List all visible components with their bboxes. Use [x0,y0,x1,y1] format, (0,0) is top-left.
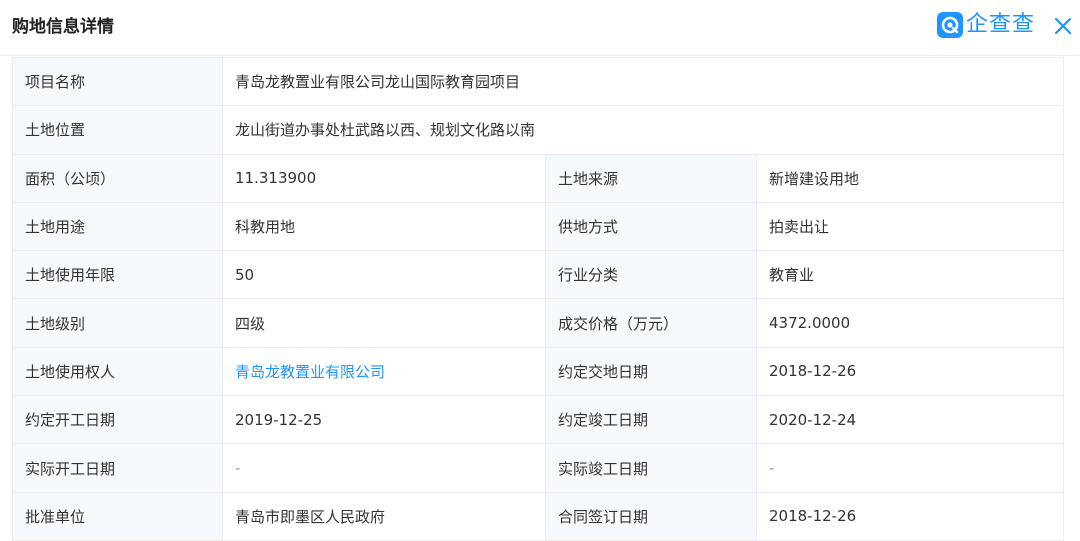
row-value: - [755,443,1065,493]
row-label: 实际开工日期 [12,443,223,493]
close-icon [1054,17,1072,35]
row-value: 2018-12-26 [755,346,1065,397]
table-row: 批准单位 青岛市即墨区人民政府 合同签订日期 2018-12-26 [12,491,1065,541]
row-value: 2019-12-25 [222,395,546,445]
row-value: 50 [222,250,546,300]
table-row: 土地使用年限 50 行业分类 教育业 [12,250,1065,300]
row-label: 土地使用权人 [12,346,223,397]
row-value: 龙山街道办事处杜武路以西、规划文化路以南 [221,105,1065,155]
row-value: 四级 [222,298,546,348]
row-label: 面积（公顷） [12,153,223,203]
row-value: 科教用地 [222,201,546,252]
row-value: 新增建设用地 [755,153,1065,203]
row-value: 拍卖出让 [755,201,1065,252]
row-label: 实际竣工日期 [545,443,757,493]
page-title: 购地信息详情 [12,17,114,37]
table-row: 约定开工日期 2019-12-25 约定竣工日期 2020-12-24 [12,395,1065,445]
row-value: 青岛龙教置业有限公司龙山国际教育园项目 [221,56,1065,107]
table-row: 实际开工日期 - 实际竣工日期 - [12,443,1065,493]
row-label: 供地方式 [545,201,757,252]
table-row: 土地级别 四级 成交价格（万元） 4372.0000 [12,298,1065,348]
row-label: 约定交地日期 [545,346,757,397]
row-value: 教育业 [755,250,1065,300]
table-row: 项目名称 青岛龙教置业有限公司龙山国际教育园项目 [12,56,1065,107]
qichacha-logo-icon [937,12,963,38]
row-label: 土地位置 [12,105,223,155]
row-label: 约定竣工日期 [545,395,757,445]
row-label: 约定开工日期 [12,395,223,445]
row-value: 2018-12-26 [755,491,1065,541]
row-value: 2020-12-24 [755,395,1065,445]
row-label: 土地使用年限 [12,250,223,300]
row-value: 11.313900 [222,153,546,203]
brand-logo[interactable]: 企查查 [937,11,1035,39]
dialog-header: 购地信息详情 企查查 [0,0,1080,56]
row-value: - [222,443,546,493]
close-button[interactable] [1050,13,1076,39]
row-label: 土地来源 [545,153,757,203]
row-label: 合同签订日期 [545,491,757,541]
row-label: 土地级别 [12,298,223,348]
brand-name: 企查查 [966,12,1036,37]
land-info-table: 项目名称 青岛龙教置业有限公司龙山国际教育园项目 土地位置 龙山街道办事处杜武路… [12,56,1065,541]
table-row: 面积（公顷） 11.313900 土地来源 新增建设用地 [12,153,1065,203]
table-row: 土地位置 龙山街道办事处杜武路以西、规划文化路以南 [12,105,1065,155]
row-label: 行业分类 [545,250,757,300]
row-value: 4372.0000 [755,298,1065,348]
row-label: 成交价格（万元） [545,298,757,348]
row-label: 项目名称 [12,56,223,107]
row-value: 青岛市即墨区人民政府 [222,491,546,541]
owner-company-link[interactable]: 青岛龙教置业有限公司 [222,346,546,397]
row-label: 土地用途 [12,201,223,252]
table-row: 土地用途 科教用地 供地方式 拍卖出让 [12,201,1065,252]
row-label: 批准单位 [12,491,223,541]
table-row: 土地使用权人 青岛龙教置业有限公司 约定交地日期 2018-12-26 [12,346,1065,397]
